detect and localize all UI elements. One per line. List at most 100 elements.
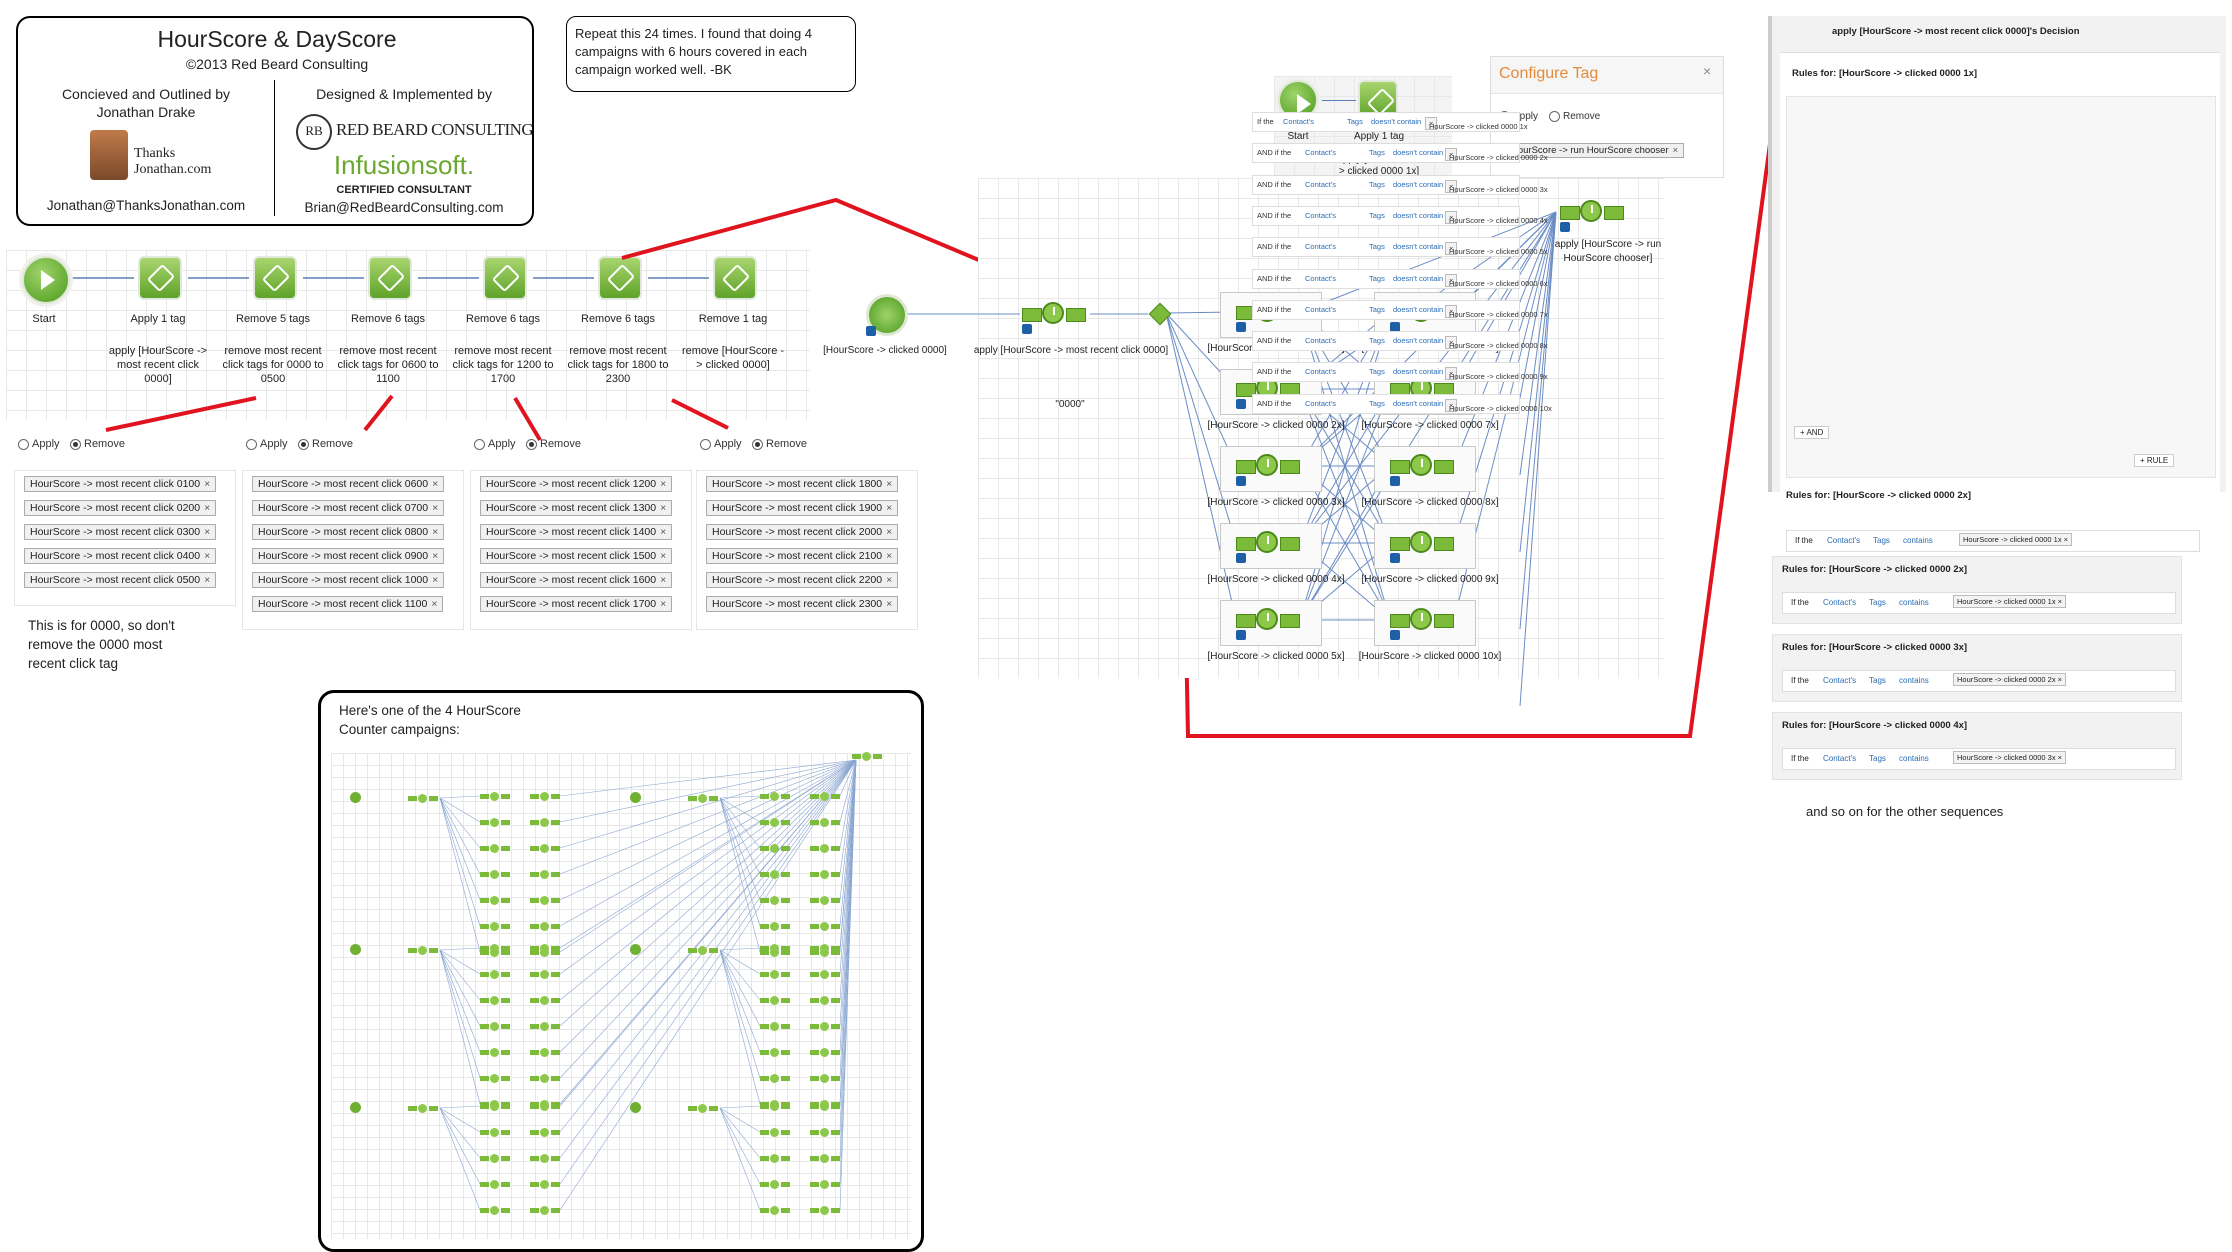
rule-tags[interactable]: Tags (1369, 399, 1385, 408)
tag-chip[interactable]: HourScore -> most recent click 1500 × (480, 548, 673, 564)
remove-chip-icon[interactable]: × (886, 550, 892, 562)
radio-icon[interactable] (700, 438, 711, 450)
rule-tag-chip[interactable]: HourScore -> clicked 0000 10x × (1445, 398, 1552, 413)
rule-tag-chip[interactable]: HourScore -> clicked 0000 1x × (1959, 533, 2073, 546)
apply-radio[interactable]: Apply (18, 438, 60, 450)
start-icon[interactable] (22, 256, 70, 304)
rule-tag-chip[interactable]: HourScore -> clicked 0000 3x × (1445, 179, 1548, 194)
rule-operator[interactable]: doesn't contain (1393, 367, 1443, 376)
rule-contacts[interactable]: Contact's (1283, 117, 1314, 126)
rule-tag-chip[interactable]: HourScore -> clicked 0000 9x × (1445, 367, 1548, 381)
rule-tag-chip[interactable]: HourScore -> clicked 0000 4x × (1445, 210, 1548, 225)
tag-chip[interactable]: HourScore -> most recent click 2300 × (706, 596, 899, 612)
remove-chip-icon[interactable]: × (432, 502, 438, 514)
rule-tags[interactable]: Tags (1869, 598, 1886, 607)
rule-tags[interactable]: Tags (1369, 242, 1385, 251)
rule-contacts[interactable]: Contact's (1305, 336, 1336, 345)
tag-chip[interactable]: HourScore -> most recent click 1100 × (252, 596, 444, 612)
radio-icon[interactable] (70, 438, 81, 450)
remove-chip-icon[interactable]: × (432, 574, 438, 586)
rule-operator[interactable]: doesn't contain (1393, 148, 1443, 157)
rule-operator[interactable]: doesn't contain (1393, 336, 1443, 345)
configure-remove-radio[interactable]: Remove (1549, 111, 1600, 122)
rule-operator[interactable]: doesn't contain (1393, 305, 1443, 314)
remove-chip-icon[interactable]: × (1673, 145, 1679, 156)
tag-chip[interactable]: HourScore -> most recent click 1300 × (480, 500, 673, 516)
rule-contacts[interactable]: Contact's (1305, 399, 1336, 408)
rule-tags[interactable]: Tags (1369, 211, 1385, 220)
tag-chip[interactable]: HourScore -> most recent click 0800 × (252, 524, 445, 540)
rule-contacts[interactable]: Contact's (1823, 754, 1856, 763)
rule-operator[interactable]: contains (1899, 754, 1929, 763)
remove-chip-icon[interactable]: × (660, 574, 666, 586)
remove-chip-icon[interactable]: × (431, 598, 437, 610)
add-and-button[interactable]: + AND (1794, 426, 1830, 439)
tag-chip[interactable]: HourScore -> most recent click 1000 × (252, 572, 445, 588)
apply-radio[interactable]: Apply (700, 438, 742, 450)
tag-icon[interactable] (253, 256, 297, 300)
remove-radio[interactable]: Remove (526, 438, 581, 450)
rule-tags[interactable]: Tags (1869, 676, 1886, 685)
remove-chip-icon[interactable]: × (886, 478, 892, 490)
remove-radio[interactable]: Remove (70, 438, 125, 450)
rule-operator[interactable]: doesn't contain (1393, 242, 1443, 251)
remove-chip-icon[interactable]: × (432, 526, 438, 538)
tag-chip[interactable]: HourScore -> most recent click 2000 × (706, 524, 899, 540)
tag-chip[interactable]: HourScore -> most recent click 1900 × (706, 500, 899, 516)
rule-tag-chip[interactable]: HourScore -> clicked 0000 2x × (1445, 148, 1548, 162)
rule-tag-chip[interactable]: HourScore -> clicked 0000 5x × (1445, 242, 1548, 256)
rule-contacts[interactable]: Contact's (1305, 305, 1336, 314)
radio-icon[interactable] (752, 438, 763, 450)
rule-contacts[interactable]: Contact's (1305, 148, 1336, 157)
rule-tag-chip[interactable]: HourScore -> clicked 0000 8x × (1445, 336, 1548, 350)
rule-tag-chip[interactable]: HourScore -> clicked 0000 7x × (1445, 304, 1548, 319)
rule-tags[interactable]: Tags (1873, 536, 1890, 545)
remove-chip-icon[interactable]: × (204, 502, 210, 514)
radio-icon[interactable] (474, 438, 485, 450)
tag-chip[interactable]: HourScore -> most recent click 1400 × (480, 524, 673, 540)
radio-icon[interactable] (18, 438, 29, 450)
remove-chip-icon[interactable]: × (204, 526, 210, 538)
rule-contacts[interactable]: Contact's (1823, 676, 1856, 685)
add-rule-button[interactable]: + RULE (2134, 454, 2175, 467)
rule-contacts[interactable]: Contact's (1305, 180, 1336, 189)
rule-tags[interactable]: Tags (1369, 148, 1385, 157)
rule-tags[interactable]: Tags (1347, 117, 1363, 126)
remove-chip-icon[interactable]: × (660, 598, 666, 610)
remove-chip-icon[interactable]: × (660, 550, 666, 562)
tag-chip[interactable]: HourScore -> most recent click 0100 × (24, 476, 217, 492)
tag-chip[interactable]: HourScore -> most recent click 0700 × (252, 500, 445, 516)
apply-radio[interactable]: Apply (246, 438, 288, 450)
tag-chip[interactable]: HourScore -> most recent click 1600 × (480, 572, 673, 588)
remove-chip-icon[interactable]: × (660, 502, 666, 514)
rule-tags[interactable]: Tags (1369, 180, 1385, 189)
rule-tags[interactable]: Tags (1369, 274, 1385, 283)
tag-chip[interactable]: HourScore -> most recent click 2100 × (706, 548, 899, 564)
radio-icon[interactable] (526, 438, 537, 450)
rule-operator[interactable]: doesn't contain (1371, 117, 1421, 126)
tag-chip[interactable]: HourScore -> most recent click 2200 × (706, 572, 899, 588)
tag-icon[interactable] (598, 256, 642, 300)
remove-chip-icon[interactable]: × (886, 502, 892, 514)
rule-operator[interactable]: contains (1899, 598, 1929, 607)
rule-tags[interactable]: Tags (1869, 754, 1886, 763)
rule-tags[interactable]: Tags (1369, 367, 1385, 376)
remove-chip-icon[interactable]: × (432, 478, 438, 490)
rule-contacts[interactable]: Contact's (1305, 211, 1336, 220)
remove-chip-icon[interactable]: × (886, 574, 892, 586)
rule-contacts[interactable]: Contact's (1823, 598, 1856, 607)
tag-chip[interactable]: HourScore -> most recent click 0200 × (24, 500, 217, 516)
remove-chip-icon[interactable]: × (432, 550, 438, 562)
rule-tags[interactable]: Tags (1369, 336, 1385, 345)
rule-operator[interactable]: doesn't contain (1393, 211, 1443, 220)
remove-chip-icon[interactable]: × (886, 526, 892, 538)
rule-operator[interactable]: contains (1903, 536, 1933, 545)
rule-tag-chip[interactable]: HourScore -> clicked 0000 3x × (1953, 751, 2067, 764)
rule-contacts[interactable]: Contact's (1827, 536, 1860, 545)
tag-chip[interactable]: HourScore -> most recent click 0900 × (252, 548, 445, 564)
rule-tag-chip[interactable]: HourScore -> clicked 0000 6x × (1445, 273, 1548, 288)
tag-chip[interactable]: HourScore -> most recent click 0500 × (24, 572, 217, 588)
tag-icon[interactable] (138, 256, 182, 300)
tag-icon[interactable] (713, 256, 757, 300)
remove-radio[interactable]: Remove (298, 438, 353, 450)
